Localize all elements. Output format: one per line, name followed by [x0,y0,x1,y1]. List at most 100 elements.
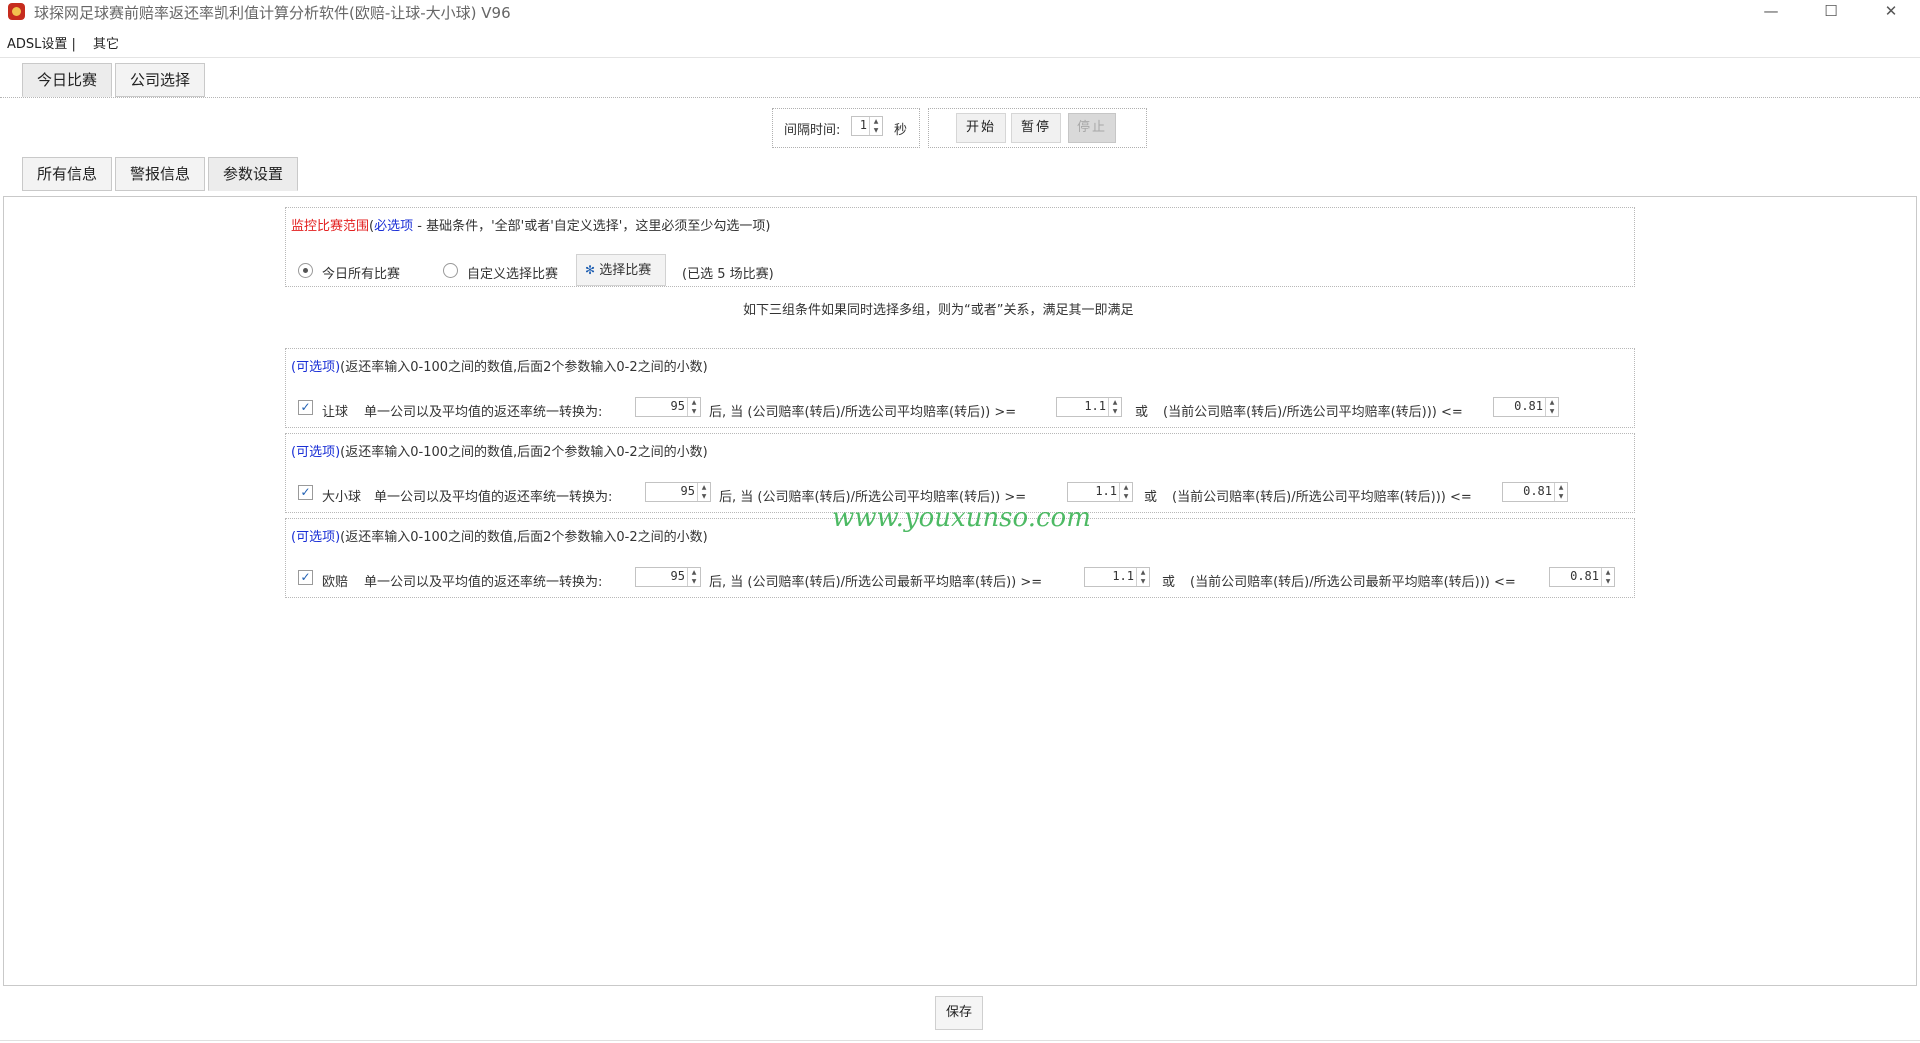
range-title-desc: - 基础条件，'全部'或者'自定义选择'，这里必须至少勾选一项) [413,219,771,234]
radio-custom-matches[interactable] [443,263,458,278]
gear-icon: ✻ [585,263,596,277]
ratio-lower-input[interactable]: 0.81 ▲ ▼ [1502,482,1568,502]
return-rate-input[interactable]: 95 ▲ ▼ [635,567,701,587]
spin-down-icon[interactable]: ▼ [688,407,700,416]
ratio-lte-desc: (当前公司赔率(转后)/所选公司最新平均赔率(转后))) <= [1190,575,1516,590]
ratio-lower-input[interactable]: 0.81 ▲ ▼ [1493,397,1559,417]
select-matches-button[interactable]: ✻ 选择比赛 [576,254,666,286]
spin-down-icon[interactable]: ▼ [1555,492,1567,501]
spin-up-icon[interactable]: ▲ [688,568,700,577]
spin-down-icon[interactable]: ▼ [1109,407,1121,416]
menu-other[interactable]: 其它 [93,33,119,52]
app-logo-icon [8,3,25,20]
minimize-button[interactable]: — [1748,0,1794,24]
return-rate-value: 95 [680,484,695,498]
spinner-arrows: ▲ ▼ [687,568,700,586]
spinner-arrows: ▲ ▼ [697,483,710,501]
or-relation-notice: 如下三组条件如果同时选择多组，则为“或者”关系，满足其一即满足 [743,303,1134,318]
or-label: 或 [1162,575,1176,590]
top-tab-line [0,97,1920,98]
spin-down-icon[interactable]: ▼ [870,126,882,135]
spin-up-icon[interactable]: ▲ [870,117,882,126]
euro-odds-label: 欧赔 [322,575,349,590]
condition-section-over-under: (可选项)(返还率输入0-100之间的数值,后面2个参数输入0-2之间的小数) … [285,433,1635,513]
radio-all-matches-label: 今日所有比赛 [322,267,401,282]
spin-up-icon[interactable]: ▲ [688,398,700,407]
spinner-arrows: ▲ ▼ [1554,483,1567,501]
spin-up-icon[interactable]: ▲ [1137,568,1149,577]
spin-up-icon[interactable]: ▲ [1109,398,1121,407]
pause-button[interactable]: 暂停 [1011,113,1061,143]
spin-up-icon[interactable]: ▲ [698,483,710,492]
ratio-upper-input[interactable]: 1.1 ▲ ▼ [1084,567,1150,587]
tab-all-info[interactable]: 所有信息 [22,157,112,191]
watermark: www.youxunso.com [832,503,1091,533]
range-title-required: 必选项 [374,219,414,234]
condition-desc: (返还率输入0-100之间的数值,后面2个参数输入0-2之间的小数) [340,530,708,545]
ratio-upper-input[interactable]: 1.1 ▲ ▼ [1056,397,1122,417]
save-button[interactable]: 保存 [935,996,983,1030]
spin-up-icon[interactable]: ▲ [1546,398,1558,407]
spin-up-icon[interactable]: ▲ [1120,483,1132,492]
over-under-checkbox[interactable]: ✓ [298,485,313,500]
condition-desc: (返还率输入0-100之间的数值,后面2个参数输入0-2之间的小数) [340,360,708,375]
run-control-group: 开始 暂停 停止 [928,108,1147,148]
spin-up-icon[interactable]: ▲ [1555,483,1567,492]
spin-down-icon[interactable]: ▼ [1546,407,1558,416]
stop-button[interactable]: 停止 [1068,113,1116,143]
bottom-border [0,1040,1920,1041]
ratio-lte-desc: (当前公司赔率(转后)/所选公司平均赔率(转后))) <= [1163,405,1463,420]
or-label: 或 [1144,490,1158,505]
close-button[interactable]: ✕ [1868,0,1914,24]
over-under-label: 大小球 [322,490,362,505]
return-rate-value: 95 [670,569,685,583]
radio-custom-matches-label: 自定义选择比赛 [467,267,559,282]
tab-parameter-settings[interactable]: 参数设置 [208,157,298,191]
or-label: 或 [1135,405,1149,420]
spinner-arrows: ▲ ▼ [687,398,700,416]
ratio-lower-input[interactable]: 0.81 ▲ ▼ [1549,567,1615,587]
ratio-lower-value: 0.81 [1523,484,1552,498]
return-rate-input[interactable]: 95 ▲ ▼ [645,482,711,502]
spin-up-icon[interactable]: ▲ [1602,568,1614,577]
tab-alert-info[interactable]: 警报信息 [115,157,205,191]
ratio-upper-value: 1.1 [1084,399,1106,413]
range-title-red: 监控比赛范围 [291,219,370,234]
selected-count: (已选 5 场比赛) [682,267,774,282]
spinner-arrows: ▲ ▼ [1136,568,1149,586]
condition-head: (可选项)(返还率输入0-100之间的数值,后面2个参数输入0-2之间的小数) [291,441,708,460]
euro-odds-checkbox[interactable]: ✓ [298,570,313,585]
condition-section-handicap: (可选项)(返还率输入0-100之间的数值,后面2个参数输入0-2之间的小数) … [285,348,1635,428]
tab-today-matches[interactable]: 今日比赛 [22,63,112,97]
spin-down-icon[interactable]: ▼ [698,492,710,501]
ratio-lte-desc: (当前公司赔率(转后)/所选公司平均赔率(转后))) <= [1172,490,1472,505]
optional-tag: (可选项) [291,445,341,460]
return-rate-value: 95 [670,399,685,413]
spinner-arrows: ▲ ▼ [869,117,882,135]
interval-group: 间隔时间: 1 ▲ ▼ 秒 [772,108,920,148]
radio-all-matches[interactable] [298,263,313,278]
handicap-checkbox[interactable]: ✓ [298,400,313,415]
title-bar: 球探网足球赛前赔率返还率凯利值计算分析软件(欧赔-让球-大小球) V96 — ☐… [0,0,1920,24]
interval-spinner[interactable]: 1 ▲ ▼ [851,116,883,136]
spin-down-icon[interactable]: ▼ [1602,577,1614,586]
return-rate-desc: 单一公司以及平均值的返还率统一转换为: [374,490,613,505]
spin-down-icon[interactable]: ▼ [688,577,700,586]
condition-head: (可选项)(返还率输入0-100之间的数值,后面2个参数输入0-2之间的小数) [291,356,708,375]
maximize-button[interactable]: ☐ [1808,0,1854,24]
menu-divider [0,57,1920,58]
optional-tag: (可选项) [291,360,341,375]
range-section-title: 监控比赛范围(必选项 - 基础条件，'全部'或者'自定义选择'，这里必须至少勾选… [291,215,770,234]
ratio-upper-input[interactable]: 1.1 ▲ ▼ [1067,482,1133,502]
spinner-arrows: ▲ ▼ [1601,568,1614,586]
ratio-gte-desc: 后, 当 (公司赔率(转后)/所选公司最新平均赔率(转后)) >= [709,575,1043,590]
start-button[interactable]: 开始 [956,113,1006,143]
return-rate-input[interactable]: 95 ▲ ▼ [635,397,701,417]
condition-head: (可选项)(返还率输入0-100之间的数值,后面2个参数输入0-2之间的小数) [291,526,708,545]
menu-adsl-settings[interactable]: ADSL设置 | [7,33,76,52]
spin-down-icon[interactable]: ▼ [1120,492,1132,501]
ratio-gte-desc: 后, 当 (公司赔率(转后)/所选公司平均赔率(转后)) >= [709,405,1017,420]
ratio-lower-value: 0.81 [1514,399,1543,413]
spin-down-icon[interactable]: ▼ [1137,577,1149,586]
tab-company-select[interactable]: 公司选择 [115,63,205,97]
